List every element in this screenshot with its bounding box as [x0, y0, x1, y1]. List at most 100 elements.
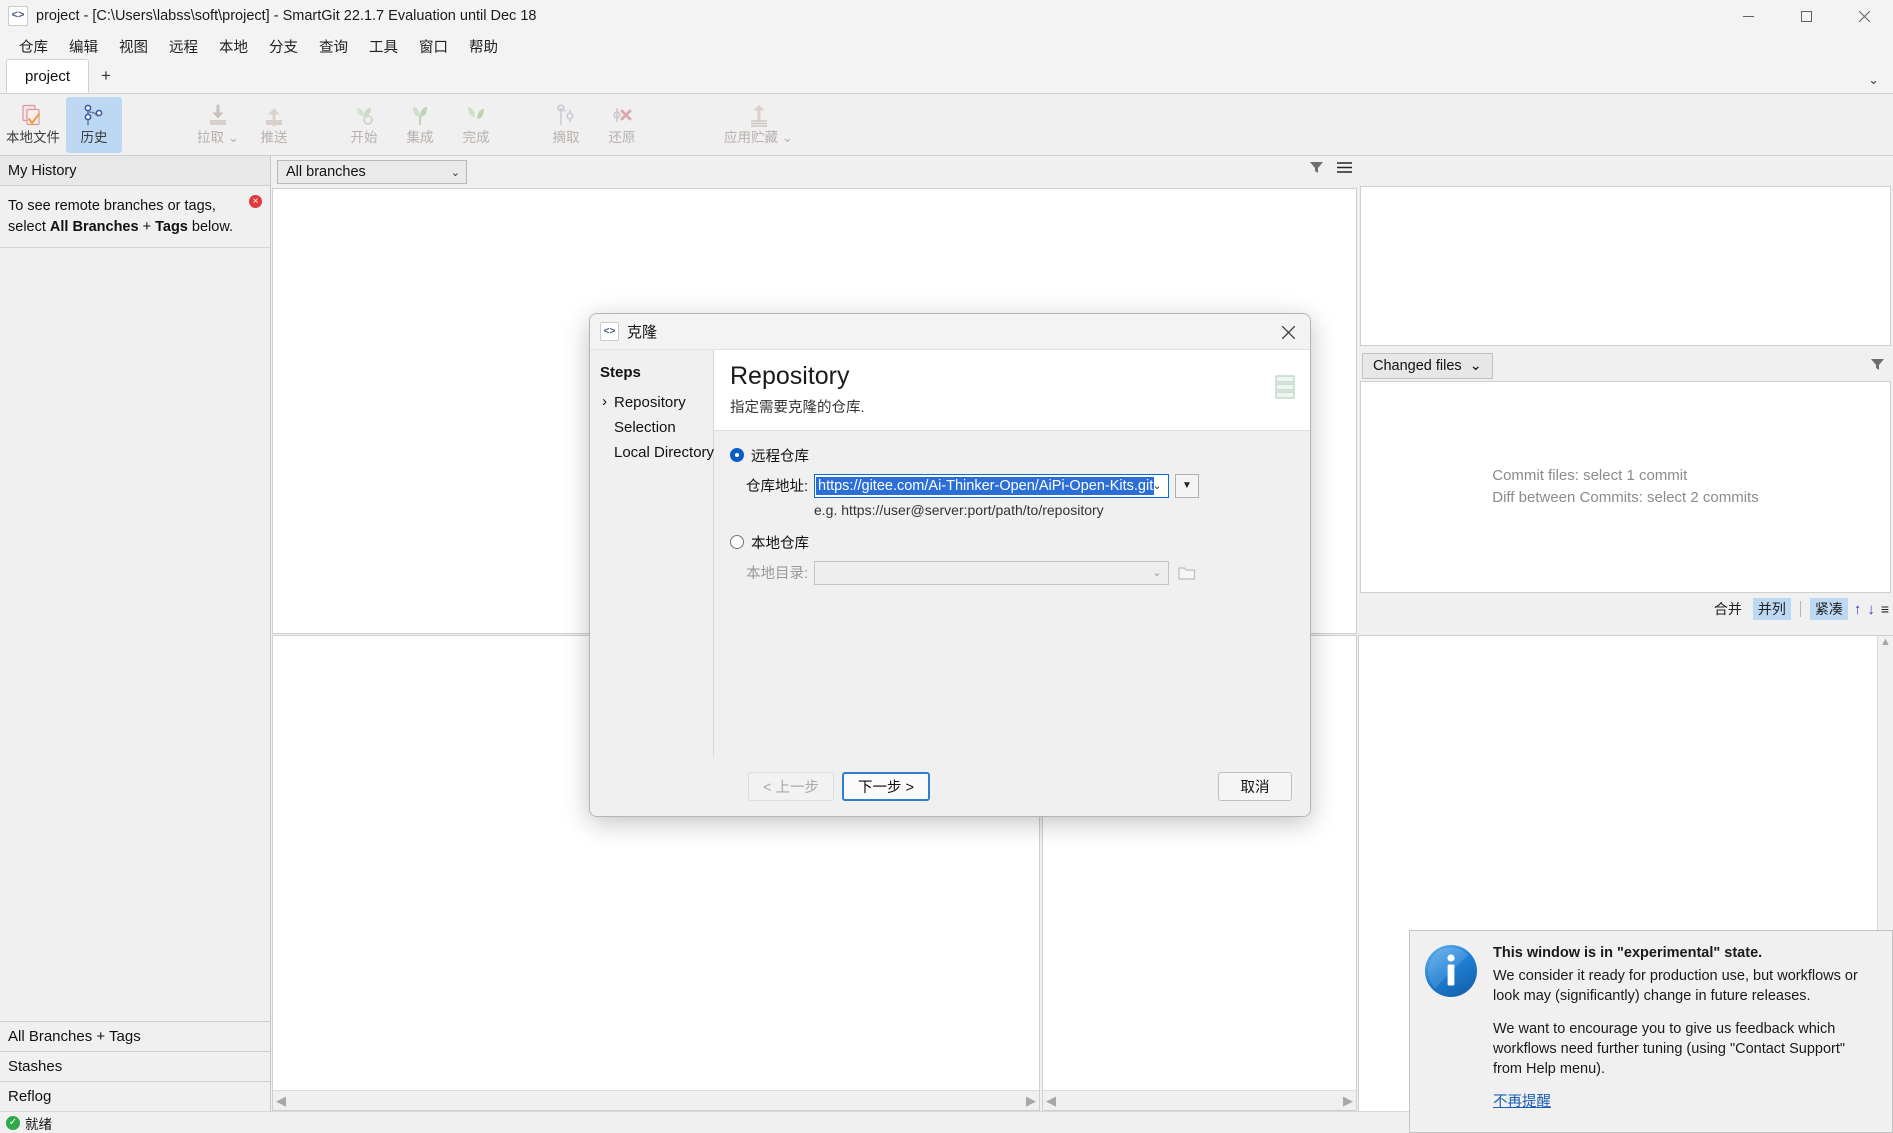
- horizontal-scrollbar[interactable]: ◀ ▶: [273, 1090, 1039, 1110]
- branch-filter-combo[interactable]: All branches ⌄: [277, 160, 467, 184]
- chevron-down-icon: ⌄: [450, 166, 460, 179]
- toolbar-push-button[interactable]: 推送: [246, 97, 302, 153]
- menu-repository[interactable]: 仓库: [10, 33, 57, 60]
- toolbar-flow-start-button[interactable]: 开始: [336, 97, 392, 153]
- menu-window[interactable]: 窗口: [410, 33, 457, 60]
- chevron-down-icon[interactable]: ⌄: [1146, 475, 1168, 497]
- sidebar-item-all-branches-tags[interactable]: All Branches + Tags: [0, 1021, 270, 1051]
- diff-side-by-side-option[interactable]: 并列: [1752, 598, 1791, 620]
- toolbar-apply-stash-label: 应用贮藏 ⌄: [724, 130, 794, 146]
- tab-changed-files[interactable]: Changed files ⌄: [1362, 353, 1493, 379]
- local-directory-input[interactable]: ⌄: [814, 560, 1169, 585]
- step-repository[interactable]: Repository: [600, 390, 713, 415]
- arrow-down-icon[interactable]: ↓: [1867, 601, 1875, 618]
- clone-dialog-caption: 克隆: [627, 324, 658, 341]
- repository-url-dropdown-button[interactable]: ▼: [1175, 473, 1199, 498]
- flow-start-icon: [351, 103, 377, 129]
- menu-remote[interactable]: 远程: [160, 33, 207, 60]
- tab-bar: project + ⌄: [0, 59, 1893, 94]
- hint-suffix: below.: [187, 218, 234, 235]
- scroll-left-arrow-icon[interactable]: ◀: [276, 1093, 286, 1109]
- notification-paragraph-2: We want to encourage you to give us feed…: [1493, 1021, 1846, 1077]
- toolbar-flow-finish-button[interactable]: 完成: [448, 97, 504, 153]
- chevron-down-icon[interactable]: ⌄: [1868, 72, 1879, 88]
- changed-files-list[interactable]: Commit files: select 1 commit Diff betwe…: [1360, 381, 1891, 593]
- menu-query[interactable]: 查询: [310, 33, 357, 60]
- toolbar-revert-button[interactable]: 还原: [594, 97, 650, 153]
- repository-url-input[interactable]: https://gitee.com/Ai-Thinker-Open/AiPi-O…: [814, 473, 1169, 498]
- left-sidebar: My History To see remote branches or tag…: [0, 156, 271, 1111]
- branches-hint: To see remote branches or tags, select A…: [0, 186, 270, 249]
- working-tree-icon: [20, 103, 46, 129]
- funnel-icon[interactable]: [1870, 357, 1885, 377]
- notification-body: This window is in "experimental" state. …: [1493, 943, 1878, 1132]
- toolbar-apply-stash-button[interactable]: 应用贮藏 ⌄: [718, 97, 799, 153]
- next-button[interactable]: 下一步 >: [842, 772, 930, 801]
- commit-message-area[interactable]: [1360, 186, 1891, 346]
- local-repository-radio[interactable]: [730, 535, 744, 550]
- remote-repository-radio[interactable]: [730, 448, 744, 463]
- toolbar-revert-label: 还原: [608, 130, 636, 146]
- menu-local[interactable]: 本地: [210, 33, 257, 60]
- close-icon[interactable]: ×: [249, 195, 262, 208]
- hamburger-menu-icon[interactable]: [1336, 160, 1353, 180]
- toolbar-pull-button[interactable]: 拉取 ⌄: [190, 97, 246, 153]
- dont-remind-link[interactable]: 不再提醒: [1493, 1094, 1551, 1110]
- cancel-button[interactable]: 取消: [1218, 772, 1292, 801]
- clone-dialog: <> 克隆 Steps Repository Selection Local D…: [589, 313, 1311, 817]
- menu-edit[interactable]: 编辑: [60, 33, 107, 60]
- repository-url-label: 仓库地址:: [745, 479, 808, 496]
- info-circle-icon: [1423, 943, 1479, 999]
- close-button[interactable]: [1835, 0, 1893, 32]
- diff-options-divider: [1799, 601, 1801, 617]
- menu-branch[interactable]: 分支: [260, 33, 307, 60]
- clone-dialog-footer: < 上一步 下一步 > 取消: [590, 757, 1310, 816]
- menu-help[interactable]: 帮助: [460, 33, 507, 60]
- tab-changed-files-label: Changed files: [1373, 358, 1462, 374]
- scroll-right-arrow-icon[interactable]: ▶: [1343, 1093, 1353, 1109]
- empty-state-line2: Diff between Commits: select 2 commits: [1492, 489, 1759, 506]
- toolbar-flow-integrate-button[interactable]: 集成: [392, 97, 448, 153]
- toolbar-local-files-button[interactable]: 本地文件: [0, 97, 66, 153]
- local-repository-radio-row[interactable]: 本地仓库: [730, 532, 1294, 553]
- step-local-directory[interactable]: Local Directory: [600, 440, 714, 465]
- menu-tools[interactable]: 工具: [360, 33, 407, 60]
- diff-merge-option[interactable]: 合并: [1709, 598, 1747, 620]
- branch-filter-bar: All branches ⌄: [272, 156, 1357, 188]
- hamburger-menu-icon[interactable]: ≡: [1881, 601, 1889, 617]
- sidebar-item-stashes[interactable]: Stashes: [0, 1051, 270, 1081]
- scroll-left-arrow-icon[interactable]: ◀: [1046, 1093, 1056, 1109]
- scroll-right-arrow-icon[interactable]: ▶: [1026, 1093, 1036, 1109]
- back-button[interactable]: < 上一步: [748, 772, 834, 801]
- branches-hint-line2: select All Branches + Tags below.: [8, 217, 244, 238]
- horizontal-scrollbar-2[interactable]: ◀ ▶: [1043, 1090, 1356, 1110]
- tab-project[interactable]: project: [6, 59, 90, 93]
- repository-url-value: https://gitee.com/Ai-Thinker-Open/AiPi-O…: [816, 476, 1155, 495]
- maximize-button[interactable]: [1777, 0, 1835, 32]
- sidebar-item-reflog[interactable]: Reflog: [0, 1081, 270, 1111]
- ready-check-icon: ✓: [6, 1115, 20, 1130]
- toolbar-cherry-pick-button[interactable]: 摘取: [538, 97, 594, 153]
- menu-bar: 仓库 编辑 视图 远程 本地 分支 查询 工具 窗口 帮助: [0, 32, 1893, 60]
- chevron-down-icon[interactable]: ⌄: [1146, 562, 1168, 584]
- branch-filter-value: All branches: [286, 164, 366, 180]
- folder-open-icon[interactable]: [1175, 561, 1199, 585]
- remote-repository-label: 远程仓库: [751, 448, 809, 465]
- push-up-arrow-icon: [261, 103, 287, 129]
- scroll-up-arrow-icon[interactable]: ▲: [1878, 636, 1893, 648]
- window-title: project - [C:\Users\labss\soft\project] …: [36, 7, 537, 24]
- add-tab-button[interactable]: +: [89, 59, 123, 93]
- arrow-up-icon[interactable]: ↑: [1854, 601, 1862, 618]
- minimize-button[interactable]: [1719, 0, 1777, 32]
- clone-dialog-close-icon[interactable]: [1266, 314, 1310, 350]
- diff-compact-option[interactable]: 紧凑: [1809, 598, 1848, 620]
- remote-repository-radio-row[interactable]: 远程仓库: [730, 445, 1294, 466]
- funnel-icon[interactable]: [1309, 160, 1324, 180]
- toolbar-flow-finish-label: 完成: [462, 130, 490, 146]
- hint-bold-tags: Tags: [155, 218, 188, 235]
- toolbar-history-button[interactable]: 历史: [66, 96, 122, 153]
- menu-view[interactable]: 视图: [110, 33, 157, 60]
- toolbar-flow-start-label: 开始: [350, 130, 378, 146]
- step-selection[interactable]: Selection: [600, 415, 713, 440]
- history-graph-icon: [81, 103, 107, 129]
